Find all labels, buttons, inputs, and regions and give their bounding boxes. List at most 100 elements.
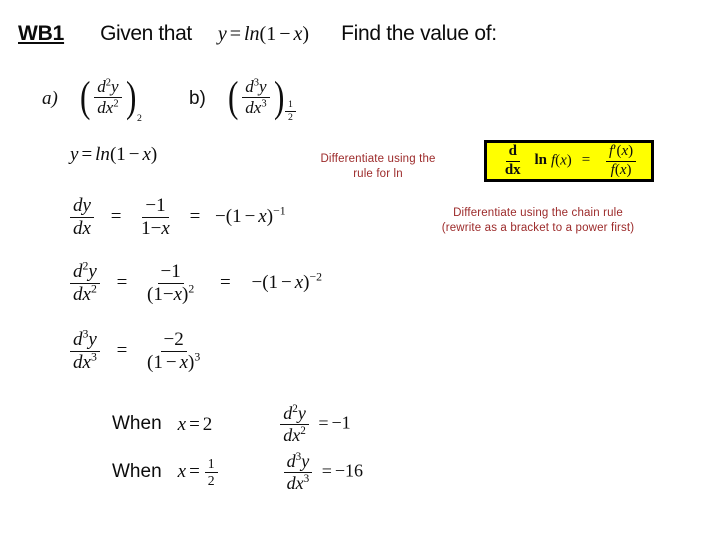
d2-lhs-denominator: dx2: [70, 283, 100, 305]
part-a-paren-group: ( d2y dx2 ) 2: [78, 72, 143, 123]
d3-mid-den-x: x: [179, 351, 189, 373]
question-label: WB1: [18, 22, 65, 45]
ln-derivative-rule-box: d dx ln f(x) = f′(x) f(x): [484, 140, 654, 182]
d1-rhs-minus: −: [244, 205, 256, 227]
d1-mid-den-x: x: [161, 217, 170, 239]
when-result-numerator: d3y: [283, 451, 313, 473]
ddx-operator-fraction: d dx: [502, 143, 524, 179]
ddx-numerator: d: [505, 143, 520, 162]
when-value-num: 1: [204, 456, 218, 473]
when-result-denominator: dx3: [284, 473, 313, 493]
d1-middle-fraction: −1 1−x: [138, 196, 173, 239]
when-row: When x = 1 2 d3y dx3 = −16: [112, 451, 364, 493]
annotation-line: Differentiate using the: [320, 153, 436, 165]
d3-lhs-num-y: y: [88, 329, 97, 350]
question-header: WB1 Given that y = ln(1− x) Find the value …: [18, 22, 497, 46]
rule-equals: =: [581, 152, 591, 169]
d2-rhs-x: x: [294, 271, 304, 293]
when-equals: =: [189, 460, 200, 482]
when-result-value: −16: [334, 460, 364, 481]
when-condition: x = 2: [178, 415, 213, 434]
when-condition: x = 1 2: [177, 456, 220, 489]
when-result-fraction: d3y dx3: [283, 451, 313, 493]
when-result: d2y dx2 = −1: [278, 403, 351, 445]
part-b-numerator: d3y: [242, 77, 270, 98]
d3-lhs-num-d: d: [73, 329, 83, 350]
d3-lhs-numerator: d3y: [70, 328, 100, 352]
y-close-paren: ): [150, 144, 158, 165]
part-a-fraction: d2y dx2: [94, 77, 122, 117]
d3-lhs-den-pow: 3: [90, 350, 97, 364]
working-line-y: y = ln(1− x): [70, 145, 157, 164]
when-value-fraction: 1 2: [204, 456, 218, 489]
part-a-subscript: 2: [137, 112, 142, 124]
ln-word: ln: [534, 152, 547, 169]
when-row: When x = 2 d2y dx2 = −1: [112, 403, 351, 445]
part-b-denominator: dx3: [242, 98, 269, 117]
when-result-equals: =: [321, 460, 332, 481]
d2-rhs-minus: −: [281, 271, 292, 293]
part-b-paren-group: ( d3y dx3 ) 1 2: [226, 72, 297, 123]
when-result-fraction: d2y dx2: [280, 403, 309, 445]
d2-rhs-one: 1: [268, 271, 279, 293]
d2-mid-den-pow: 2: [188, 282, 195, 296]
part-a-den-dx: dx: [97, 97, 114, 117]
d3-mid-den-pow: 3: [194, 350, 201, 364]
d1-mid-numerator: −1: [142, 196, 169, 218]
d1-mid-denominator: 1−x: [138, 218, 173, 239]
rule-rhs-den-close: ): [626, 161, 632, 178]
d2-equals-2: =: [220, 271, 231, 293]
part-b-den-dx: dx: [245, 97, 262, 117]
part-b-fraction: d3y dx3: [242, 77, 270, 117]
d3-mid-den-one: 1: [153, 351, 163, 373]
dydx-fraction: dy dx: [70, 196, 94, 239]
left-paren-icon: (: [227, 72, 239, 121]
d1-equals-1: =: [110, 205, 122, 227]
when-result-denominator: dx2: [280, 425, 309, 445]
when-var: x: [177, 460, 187, 482]
dydx-denominator: dx: [73, 217, 91, 239]
annotation-chain-rule: Differentiate using the chain rule (rewr…: [414, 206, 662, 236]
d2-rhs-power: −2: [309, 270, 323, 284]
annotation-ln-rule: Differentiate using the rule for ln: [303, 152, 453, 182]
d2-mid-den-one: 1: [153, 283, 163, 305]
part-a-num-y: y: [111, 77, 119, 96]
y-one: 1: [116, 144, 126, 165]
when-result-numerator: d2y: [280, 403, 309, 425]
when-result-equals: =: [318, 412, 329, 433]
d1-rhs-power: −1: [273, 204, 286, 218]
part-b-letter: b): [188, 88, 206, 109]
when-result: d3y dx3 = −16: [282, 451, 364, 493]
d2-mid-den-x: x: [173, 283, 183, 305]
rule-rhs-num-close: ): [628, 142, 634, 159]
slide-canvas: WB1 Given that y = ln(1− x) Find the value …: [0, 0, 720, 540]
d3-mid-denominator: (1− x)3: [144, 350, 203, 373]
when-result-num-d: d: [286, 451, 296, 471]
y-minus: −: [128, 144, 140, 165]
when-result-num-y: y: [297, 403, 306, 423]
given-ln: ln: [243, 23, 260, 45]
d2-lhs-num-d: d: [73, 261, 83, 282]
dydx-numerator: dy: [70, 196, 94, 218]
rule-rhs-denominator: f(x): [608, 162, 635, 179]
d2-lhs-numerator: d2y: [70, 260, 100, 284]
d1-equals-2: =: [189, 205, 201, 227]
d1-rhs-sign: −: [215, 205, 226, 227]
given-equation: y = ln(1− x): [218, 24, 309, 44]
d2-mid-numerator: −1: [157, 262, 184, 284]
right-paren-icon: ): [125, 72, 136, 121]
when-label: When: [112, 413, 162, 435]
when-result-den-dx: dx: [283, 424, 301, 445]
part-a-num-d: d: [97, 77, 106, 96]
d1-mid-den-one: 1: [141, 217, 151, 239]
part-a-expression: ( d2y dx2 ) 2: [78, 72, 143, 123]
when-equals: =: [189, 413, 200, 435]
when-result-den-pow: 3: [303, 472, 310, 485]
when-result-num-d: d: [283, 403, 293, 423]
d2-lhs-den-dx: dx: [73, 283, 91, 305]
when-label: When: [112, 461, 162, 483]
d3-equals-1: =: [116, 339, 128, 361]
d2-mid-den-minus: −: [162, 283, 174, 305]
part-b-subscript: 1 2: [285, 99, 296, 124]
part-b-num-d: d: [245, 77, 254, 96]
